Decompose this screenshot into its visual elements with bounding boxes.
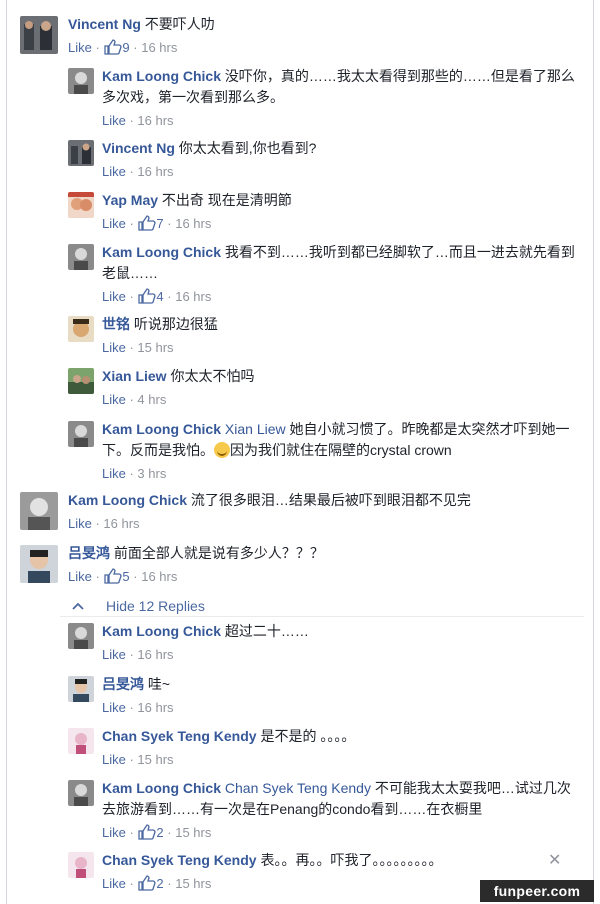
like-button[interactable]: Like: [102, 466, 126, 481]
comment-text: 表。。再。。吓我了。。。。。。。。。: [260, 852, 443, 868]
avatar[interactable]: [68, 728, 94, 754]
author-name[interactable]: Kam Loong Chick: [102, 421, 221, 437]
like-button[interactable]: Like: [102, 340, 126, 355]
like-count[interactable]: 2: [156, 876, 163, 891]
author-name[interactable]: Kam Loong Chick: [102, 623, 221, 639]
timestamp[interactable]: 16 hrs: [141, 569, 177, 584]
timestamp[interactable]: 16 hrs: [137, 700, 173, 715]
like-button[interactable]: Like: [68, 569, 92, 584]
avatar[interactable]: [20, 492, 58, 530]
comment-text-continued: 因为我们就住在隔壁的crystal crown: [230, 442, 452, 458]
like-count[interactable]: 5: [122, 569, 129, 584]
like-button[interactable]: Like: [102, 164, 126, 179]
like-button[interactable]: Like: [102, 647, 126, 662]
avatar[interactable]: [68, 623, 94, 649]
grin-emoji-icon: [214, 442, 230, 458]
timestamp[interactable]: 16 hrs: [137, 647, 173, 662]
author-name[interactable]: Kam Loong Chick: [102, 244, 221, 260]
comment-text: 是不是的 。。。。: [260, 728, 356, 744]
like-count-icon[interactable]: [138, 875, 157, 895]
like-button[interactable]: Like: [102, 289, 126, 304]
like-button[interactable]: Like: [68, 40, 92, 55]
like-count[interactable]: 7: [156, 216, 163, 231]
comment-text: 哇~: [147, 676, 171, 692]
author-name[interactable]: Chan Syek Teng Kendy: [102, 852, 257, 868]
avatar[interactable]: [20, 545, 58, 583]
like-count[interactable]: 4: [156, 289, 163, 304]
like-count-icon[interactable]: [138, 288, 157, 308]
like-button[interactable]: Like: [102, 216, 126, 231]
author-name[interactable]: Chan Syek Teng Kendy: [102, 728, 257, 744]
comment-text: 前面全部人就是说有多少人？？？: [113, 545, 324, 561]
comment-text: 你太太不怕吗: [170, 368, 255, 384]
like-button[interactable]: Like: [102, 392, 126, 407]
author-name[interactable]: 世铭: [102, 316, 130, 332]
timestamp[interactable]: 16 hrs: [137, 113, 173, 128]
avatar[interactable]: [68, 140, 94, 166]
avatar[interactable]: [68, 676, 94, 702]
timestamp[interactable]: 16 hrs: [137, 164, 173, 179]
author-name[interactable]: Vincent Ng: [102, 140, 175, 156]
comment-text: 不出奇 现在是清明節: [161, 192, 292, 208]
author-name[interactable]: Kam Loong Chick: [102, 780, 221, 796]
timestamp[interactable]: 15 hrs: [137, 752, 173, 767]
like-count-icon[interactable]: [104, 568, 123, 588]
timestamp[interactable]: 16 hrs: [141, 40, 177, 55]
avatar[interactable]: [68, 244, 94, 270]
comment-text: 听说那边很猛: [133, 316, 218, 332]
author-name[interactable]: 吕旻鸿: [102, 676, 144, 692]
author-name[interactable]: Vincent Ng: [68, 16, 141, 32]
comment-text: 不要吓人叻: [144, 16, 215, 32]
like-count-icon[interactable]: [138, 824, 157, 844]
like-count-icon[interactable]: [138, 215, 157, 235]
watermark: funpeer.com: [480, 880, 594, 902]
divider: [60, 616, 584, 617]
comment-text: 超过二十……: [224, 623, 309, 639]
like-count[interactable]: 9: [122, 40, 129, 55]
timestamp[interactable]: 15 hrs: [137, 340, 173, 355]
avatar[interactable]: [68, 316, 94, 342]
hide-replies-label[interactable]: Hide 12 Replies: [106, 598, 205, 614]
like-count[interactable]: 2: [156, 825, 163, 840]
author-name[interactable]: 吕旻鸿: [68, 545, 110, 561]
avatar[interactable]: [68, 192, 94, 218]
like-button[interactable]: Like: [102, 700, 126, 715]
timestamp[interactable]: 16 hrs: [175, 289, 211, 304]
timestamp[interactable]: 16 hrs: [175, 216, 211, 231]
like-count-icon[interactable]: [104, 39, 123, 59]
hide-replies-link[interactable]: Hide 12 Replies: [72, 598, 205, 614]
avatar[interactable]: [68, 421, 94, 447]
like-button[interactable]: Like: [102, 752, 126, 767]
timestamp[interactable]: 16 hrs: [103, 516, 139, 531]
timestamp[interactable]: 3 hrs: [137, 466, 166, 481]
author-name[interactable]: Yap May: [102, 192, 158, 208]
avatar[interactable]: [68, 780, 94, 806]
like-button[interactable]: Like: [102, 113, 126, 128]
chevron-up-icon: [72, 598, 92, 614]
like-button[interactable]: Like: [68, 516, 92, 531]
mention-tag[interactable]: Xian Liew: [225, 421, 286, 437]
avatar[interactable]: [20, 16, 58, 54]
like-button[interactable]: Like: [102, 825, 126, 840]
comment-text: 流了很多眼泪…结果最后被吓到眼泪都不见完: [190, 492, 471, 508]
author-name[interactable]: Kam Loong Chick: [102, 68, 221, 84]
timestamp[interactable]: 4 hrs: [137, 392, 166, 407]
timestamp[interactable]: 15 hrs: [175, 876, 211, 891]
avatar[interactable]: [68, 68, 94, 94]
avatar[interactable]: [68, 852, 94, 878]
close-icon[interactable]: ✕: [548, 850, 561, 870]
like-button[interactable]: Like: [102, 876, 126, 891]
author-name[interactable]: Kam Loong Chick: [68, 492, 187, 508]
comment-text: 你太太看到,你也看到?: [178, 140, 317, 156]
timestamp[interactable]: 15 hrs: [175, 825, 211, 840]
author-name[interactable]: Xian Liew: [102, 368, 167, 384]
mention-tag[interactable]: Chan Syek Teng Kendy: [225, 780, 371, 796]
avatar[interactable]: [68, 368, 94, 394]
